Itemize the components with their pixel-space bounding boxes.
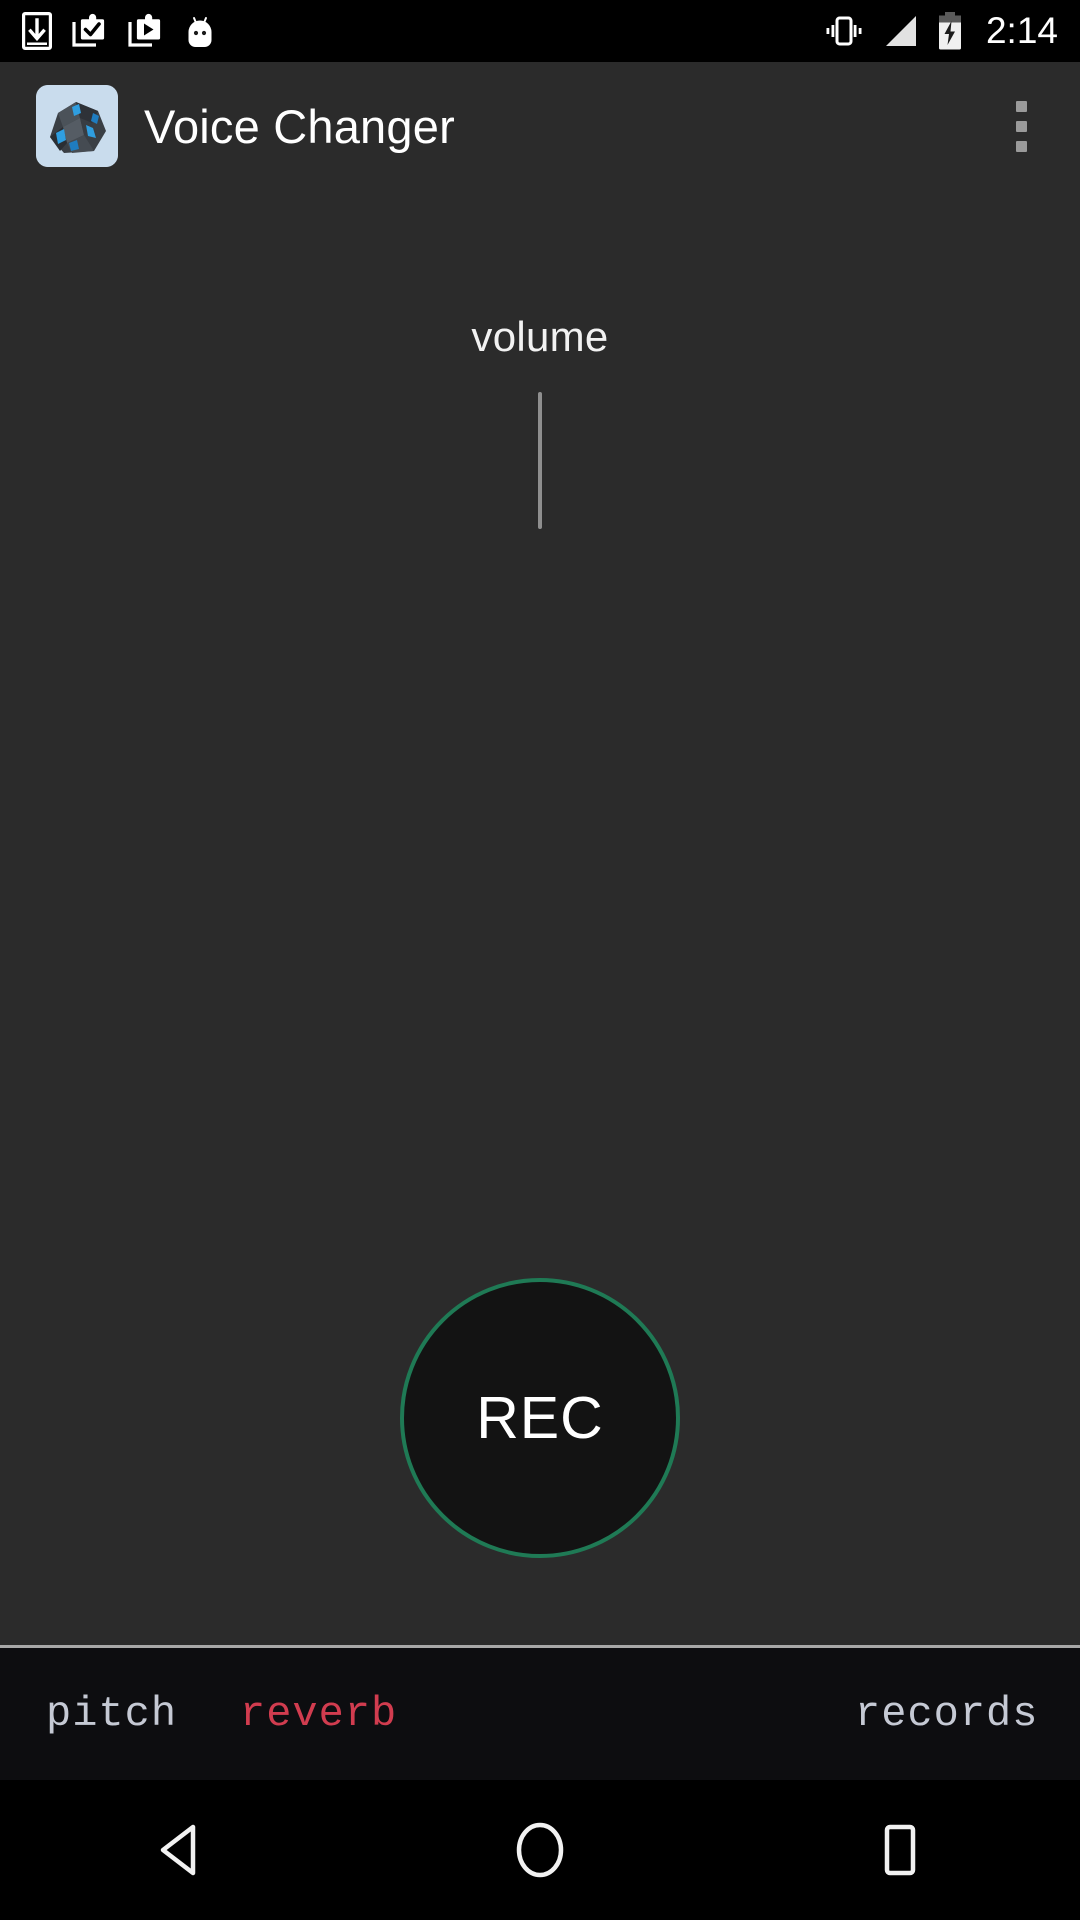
app-screen: 2:14 Voice Changer volume REC pitch reve… — [0, 0, 1080, 1920]
overflow-menu-icon[interactable] — [986, 76, 1056, 176]
overflow-dot — [1015, 100, 1027, 112]
status-bar: 2:14 — [0, 0, 1080, 62]
download-icon — [22, 12, 52, 50]
tab-pitch[interactable]: pitch — [46, 1648, 177, 1780]
bottom-tab-bar: pitch reverb records — [0, 1648, 1080, 1780]
overflow-dot — [1015, 140, 1027, 152]
page-title: Voice Changer — [144, 99, 455, 153]
overflow-dot — [1015, 120, 1027, 132]
status-bar-system-icons: 2:14 — [822, 10, 1058, 52]
home-icon[interactable] — [450, 1780, 630, 1920]
volume-label: volume — [471, 313, 609, 360]
vibrate-icon — [822, 12, 866, 50]
record-button-label: REC — [476, 1385, 604, 1451]
main-content: volume REC — [0, 190, 1080, 1645]
android-mascot-icon — [184, 12, 216, 50]
recents-icon[interactable] — [810, 1780, 990, 1920]
status-bar-notification-icons — [22, 12, 216, 50]
tab-reverb[interactable]: reverb — [240, 1648, 397, 1780]
battery-charging-icon — [936, 11, 964, 51]
android-navigation-bar — [0, 1780, 1080, 1920]
status-bar-clock: 2:14 — [985, 10, 1058, 51]
app-play-icon — [128, 12, 164, 50]
record-button[interactable]: REC — [400, 1278, 680, 1558]
tab-records[interactable]: records — [855, 1648, 1038, 1780]
signal-strength-icon — [882, 13, 920, 49]
volume-slider[interactable] — [538, 392, 542, 529]
back-icon[interactable] — [90, 1780, 270, 1920]
voice-changer-app-icon — [36, 85, 118, 167]
action-bar: Voice Changer — [0, 62, 1080, 190]
app-installed-icon — [72, 12, 108, 50]
